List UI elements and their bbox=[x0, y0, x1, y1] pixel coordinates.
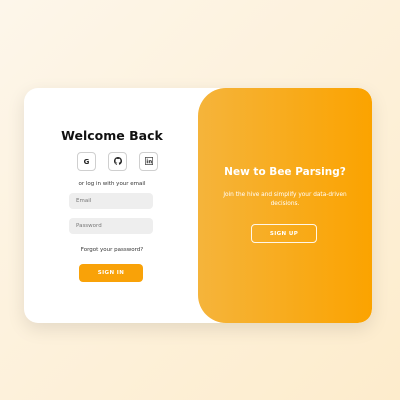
login-title: Welcome Back bbox=[61, 128, 163, 143]
google-icon: G bbox=[83, 157, 90, 166]
linkedin-login-button[interactable] bbox=[139, 152, 158, 171]
linkedin-icon bbox=[144, 156, 153, 167]
overlay-description: Join the hive and simplify your data-dri… bbox=[223, 192, 347, 207]
sign-in-button[interactable]: SIGN IN bbox=[79, 264, 143, 282]
sign-up-button[interactable]: SIGN UP bbox=[251, 224, 317, 243]
signup-overlay-panel: New to Bee Parsing? Join the hive and si… bbox=[198, 88, 372, 323]
auth-card: Welcome Back G or log in with your email… bbox=[24, 88, 372, 323]
overlay-title: New to Bee Parsing? bbox=[224, 166, 346, 178]
github-icon bbox=[113, 156, 122, 167]
login-panel: Welcome Back G or log in with your email… bbox=[24, 88, 200, 323]
email-field[interactable] bbox=[69, 193, 153, 209]
alt-login-text: or log in with your email bbox=[78, 181, 146, 187]
social-login-group: G bbox=[77, 152, 158, 171]
google-login-button[interactable]: G bbox=[77, 152, 96, 171]
github-login-button[interactable] bbox=[108, 152, 127, 171]
password-field[interactable] bbox=[69, 218, 153, 234]
forgot-password-link[interactable]: Forgot your password? bbox=[24, 247, 200, 253]
